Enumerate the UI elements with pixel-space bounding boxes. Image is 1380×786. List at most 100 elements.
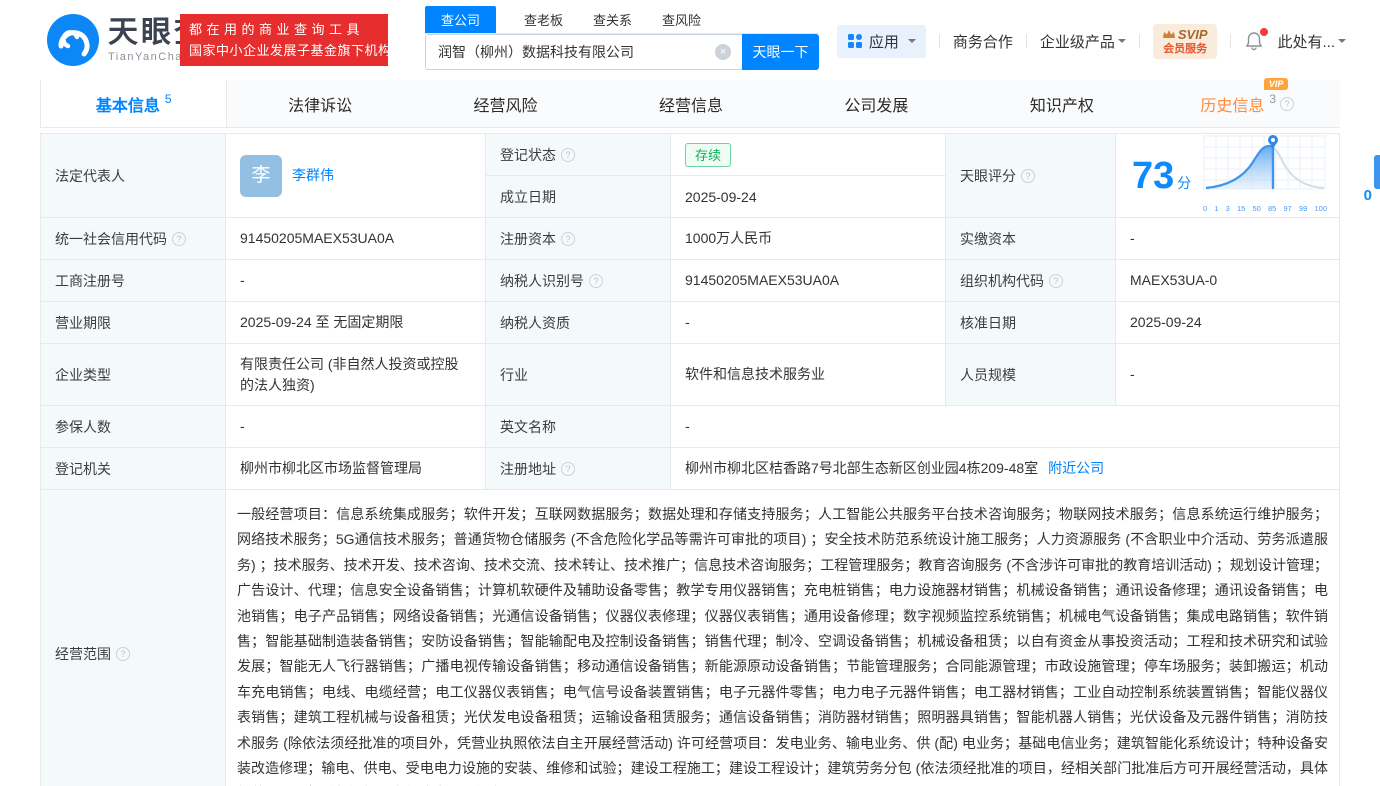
company-info-table: 法定代表人 李 李群伟 登记状态 成立日期 存续 2025-09-24 [40, 133, 1340, 786]
crown-icon [1163, 30, 1175, 39]
tianyancha-logo-icon [46, 13, 100, 67]
help-icon[interactable] [172, 232, 186, 246]
side-panel-handle[interactable] [1374, 155, 1380, 189]
table-row: 工商注册号 - 纳税人识别号 91450205MAEX53UA0A 组织机构代码… [41, 260, 1339, 302]
business-term-label: 营业期限 [41, 302, 226, 343]
table-row: 企业类型 有限责任公司 (非自然人投资或控股的法人独资) 行业 软件和信息技术服… [41, 344, 1339, 406]
industry-value: 软件和信息技术服务业 [671, 344, 946, 405]
status-date-values: 存续 2025-09-24 [671, 134, 946, 217]
business-reg-no-label: 工商注册号 [41, 260, 226, 301]
registry-authority-label: 登记机关 [41, 448, 226, 489]
company-type-value: 有限责任公司 (非自然人投资或控股的法人独资) [226, 344, 486, 405]
registered-capital-value: 1000万人民币 [671, 218, 946, 259]
reg-status-value: 存续 [671, 134, 945, 176]
promo-banner: 都在用的商业查询工具 国家中小企业发展子基金旗下机构 [180, 14, 388, 66]
help-icon[interactable] [116, 647, 130, 661]
vip-badge: VIP [1264, 78, 1289, 90]
tab-basic-info[interactable]: 基本信息 5 [40, 80, 227, 127]
user-menu[interactable]: 此处有... [1277, 31, 1346, 52]
help-icon[interactable] [1049, 274, 1063, 288]
score-value-cell: 73 分 [1116, 134, 1339, 217]
taxpayer-id-value: 91450205MAEX53UA0A [671, 260, 946, 301]
chevron-down-icon [1338, 39, 1346, 47]
tab-count: 3 [1269, 92, 1276, 106]
approval-date-value: 2025-09-24 [1116, 302, 1339, 343]
search-area: 查公司 查老板 查关系 查风险 天眼一下 [425, 6, 819, 70]
taxpayer-qualification-value: - [671, 302, 946, 343]
score-label-cell: 天眼评分 [946, 134, 1116, 217]
company-type-label: 企业类型 [41, 344, 226, 405]
help-icon[interactable] [561, 232, 575, 246]
tab-count: 5 [165, 92, 172, 106]
paid-capital-value: - [1116, 218, 1339, 259]
paid-capital-label: 实缴资本 [946, 218, 1116, 259]
org-code-label: 组织机构代码 [946, 260, 1116, 301]
established-date-value: 2025-09-24 [671, 176, 945, 217]
credit-code-value: 91450205MAEX53UA0A [226, 218, 486, 259]
search-tab-company[interactable]: 查公司 [425, 6, 496, 33]
header-nav: 应用 商务合作 企业级产品 SVIP 会员服务 [837, 24, 1346, 59]
tab-history-info[interactable]: 历史信息 VIP 3 [1155, 80, 1340, 127]
chevron-down-icon [1118, 39, 1126, 47]
business-scope-text: 一般经营项目：信息系统集成服务；软件开发；互联网数据服务；数据处理和存储支持服务… [226, 490, 1339, 786]
search-tab-boss[interactable]: 查老板 [522, 6, 565, 33]
tab-legal-litigation[interactable]: 法律诉讼 [227, 80, 412, 127]
table-row: 法定代表人 李 李群伟 登记状态 成立日期 存续 2025-09-24 [41, 134, 1339, 218]
search-input[interactable] [425, 34, 742, 70]
tab-company-development[interactable]: 公司发展 [784, 80, 969, 127]
status-date-labels: 登记状态 成立日期 [486, 134, 671, 217]
legal-rep-value-cell: 李 李群伟 [226, 134, 486, 217]
insured-count-label: 参保人数 [41, 406, 226, 447]
table-row: 登记机关 柳州市柳北区市场监督管理局 注册地址 柳州市柳北区桔香路7号北部生态新… [41, 448, 1339, 490]
bell-curve-chart [1201, 133, 1329, 191]
table-row: 统一社会信用代码 91450205MAEX53UA0A 注册资本 1000万人民… [41, 218, 1339, 260]
divider [1026, 34, 1027, 48]
english-name-label: 英文名称 [486, 406, 671, 447]
svip-member-badge[interactable]: SVIP 会员服务 [1153, 24, 1218, 59]
nearby-companies-link[interactable]: 附近公司 [1048, 458, 1104, 479]
taxpayer-id-label: 纳税人识别号 [486, 260, 671, 301]
help-icon[interactable] [1280, 97, 1294, 111]
apps-grid-icon [847, 33, 863, 49]
help-icon[interactable] [561, 148, 575, 162]
staff-size-value: - [1116, 344, 1339, 405]
nav-business-coop[interactable]: 商务合作 [953, 31, 1013, 52]
chevron-down-icon [908, 39, 916, 47]
side-counter[interactable]: 0 [1364, 187, 1372, 204]
status-badge: 存续 [685, 143, 731, 167]
notifications-bell[interactable] [1244, 31, 1264, 51]
staff-size-label: 人员规模 [946, 344, 1116, 405]
reg-status-label: 登记状态 [486, 134, 670, 176]
tianyan-score-value: 73 [1132, 157, 1174, 195]
registry-authority-value: 柳州市柳北区市场监督管理局 [226, 448, 486, 489]
tab-intellectual-property[interactable]: 知识产权 [969, 80, 1154, 127]
section-tabbar: 基本信息 5 法律诉讼 经营风险 经营信息 公司发展 知识产权 历史信息 VIP… [40, 80, 1340, 128]
promo-line2: 国家中小企业发展子基金旗下机构 [189, 40, 379, 61]
taxpayer-qualification-label: 纳税人资质 [486, 302, 671, 343]
business-reg-no-value: - [226, 260, 486, 301]
score-distribution-chart: 0131550859799100 [1201, 133, 1329, 219]
help-icon[interactable] [1021, 169, 1035, 183]
divider [1139, 34, 1140, 48]
search-tab-relation[interactable]: 查关系 [591, 6, 634, 33]
help-icon[interactable] [589, 274, 603, 288]
divider [1230, 34, 1231, 48]
org-code-value: MAEX53UA-0 [1116, 260, 1339, 301]
apps-menu[interactable]: 应用 [837, 25, 926, 58]
tab-operation-info[interactable]: 经营信息 [598, 80, 783, 127]
insured-count-value: - [226, 406, 486, 447]
search-tab-risk[interactable]: 查风险 [660, 6, 703, 33]
company-profile-page: 天眼查 TianYanCha.com 都在用的商业查询工具 国家中小企业发展子基… [0, 0, 1380, 786]
legal-rep-label-cell: 法定代表人 [41, 134, 226, 217]
legal-rep-name-link[interactable]: 李群伟 [292, 165, 334, 186]
search-tabs: 查公司 查老板 查关系 查风险 [425, 6, 819, 34]
search-button[interactable]: 天眼一下 [742, 34, 819, 70]
tab-operation-risk[interactable]: 经营风险 [413, 80, 598, 127]
help-icon[interactable] [561, 462, 575, 476]
svip-title: SVIP [1178, 27, 1208, 43]
avatar[interactable]: 李 [240, 155, 282, 197]
promo-line1: 都在用的商业查询工具 [189, 19, 379, 40]
notification-dot [1260, 28, 1268, 36]
clear-icon[interactable] [715, 44, 731, 60]
nav-enterprise-products[interactable]: 企业级产品 [1040, 31, 1126, 52]
